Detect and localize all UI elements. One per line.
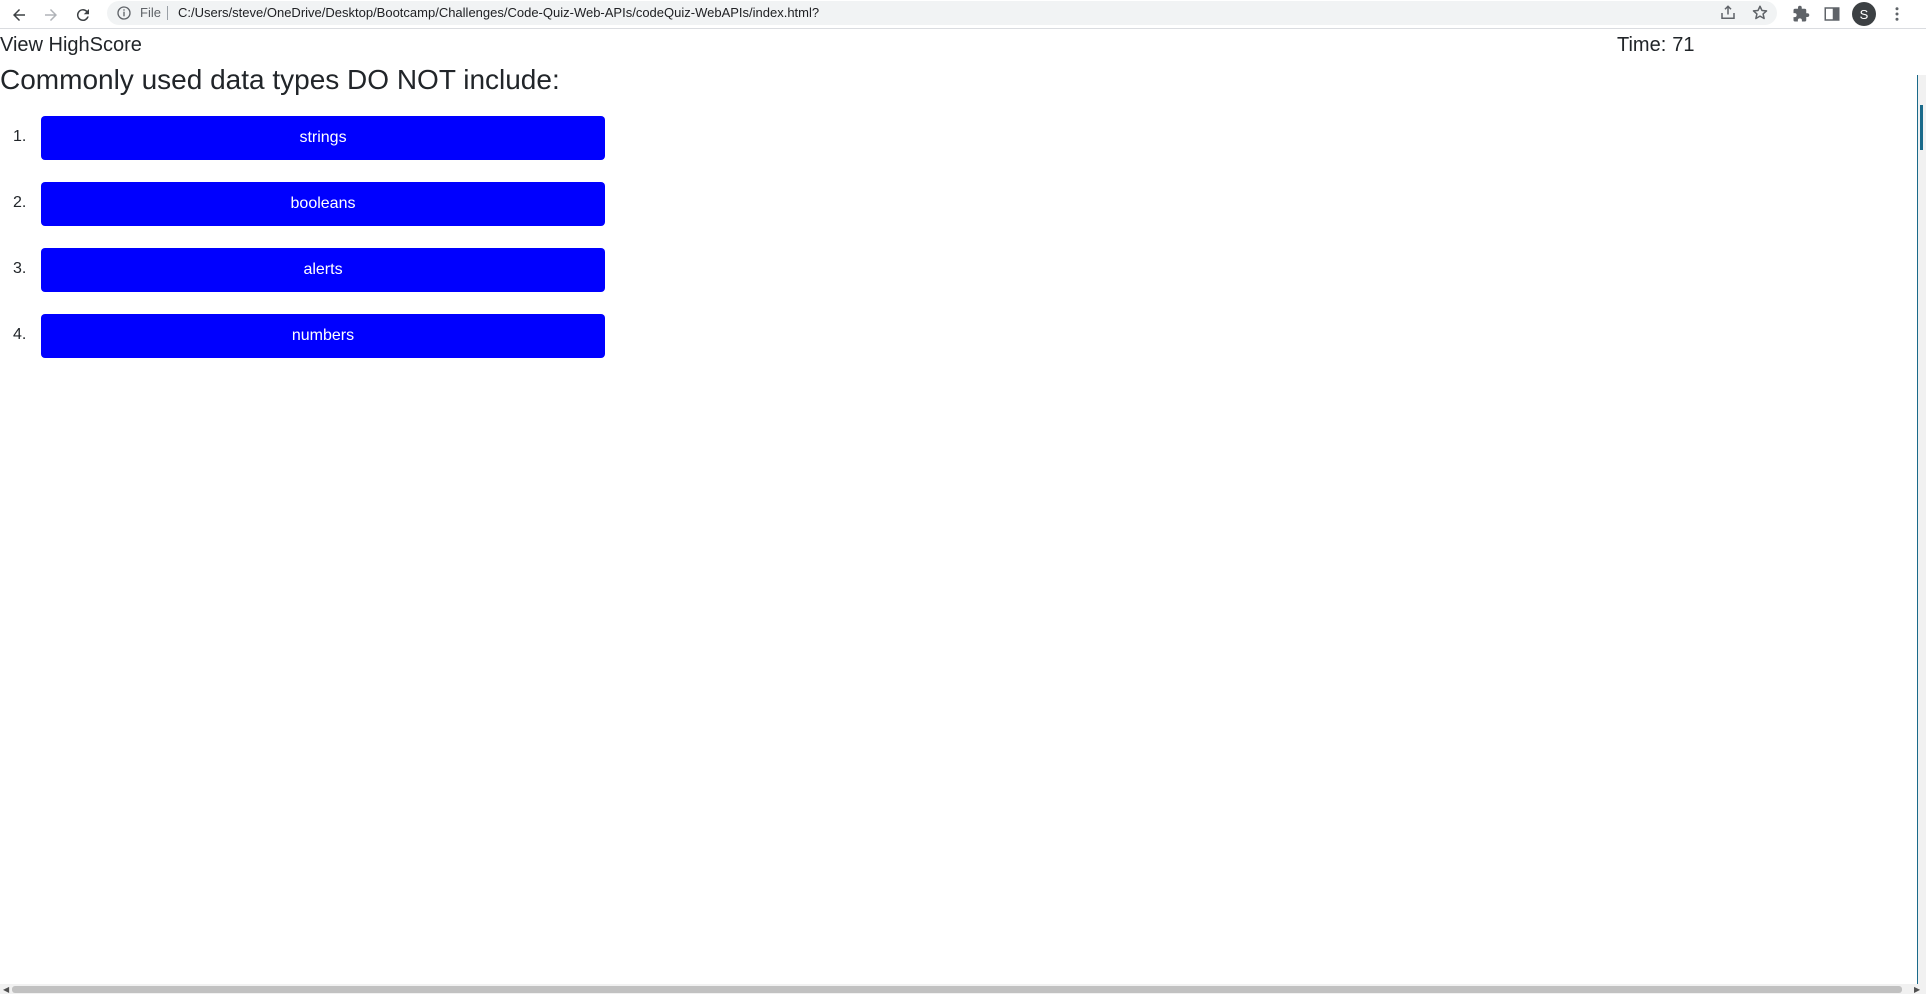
scroll-left-arrow-icon[interactable]: ◀ (3, 985, 9, 994)
profile-avatar[interactable]: S (1852, 2, 1876, 26)
choice-button-strings[interactable]: strings (41, 116, 605, 160)
choice-button-alerts[interactable]: alerts (41, 248, 605, 292)
choice-item: 2. booleans (0, 182, 620, 226)
choice-item: 3. alerts (0, 248, 620, 292)
question-title: Commonly used data types DO NOT include: (0, 64, 560, 95)
omnibox-separator (167, 6, 168, 20)
back-arrow-icon[interactable] (6, 2, 32, 28)
vertical-scrollbar[interactable] (1917, 75, 1926, 984)
reload-icon[interactable] (70, 2, 96, 28)
choice-button-booleans[interactable]: booleans (41, 182, 605, 226)
share-icon[interactable] (1719, 4, 1737, 22)
choice-number: 2. (13, 194, 27, 211)
vertical-scrollbar-thumb[interactable] (1920, 105, 1923, 150)
forward-arrow-icon[interactable] (38, 2, 64, 28)
quiz-page: View HighScore Time: 71 Commonly used dat… (0, 30, 1926, 984)
timer-value: 71 (1672, 34, 1695, 56)
horizontal-scrollbar-thumb[interactable] (12, 986, 1902, 993)
choice-item: 1. strings (0, 116, 620, 160)
timer-label: Time: (1617, 34, 1667, 56)
extensions-puzzle-icon[interactable] (1790, 3, 1812, 25)
kebab-menu-icon[interactable] (1886, 3, 1908, 25)
browser-toolbar: File C:/Users/steve/OneDrive/Desktop/Boo… (0, 0, 1926, 29)
choice-number: 1. (13, 128, 27, 145)
choice-number: 4. (13, 326, 27, 343)
choice-button-numbers[interactable]: numbers (41, 314, 605, 358)
url-text[interactable]: C:/Users/steve/OneDrive/Desktop/Bootcamp… (178, 5, 819, 20)
site-info-icon[interactable] (116, 5, 132, 21)
timer: Time: 71 (1617, 34, 1695, 57)
page-header: View HighScore Time: 71 (0, 32, 1700, 60)
url-scheme-label: File (140, 5, 161, 20)
choice-number: 3. (13, 260, 27, 277)
address-bar[interactable]: File C:/Users/steve/OneDrive/Desktop/Boo… (107, 1, 1777, 25)
answer-choices: 1. strings 2. booleans 3. alerts 4. numb… (0, 116, 620, 380)
horizontal-scrollbar[interactable]: ◀ ▶ (0, 984, 1926, 994)
scroll-right-arrow-icon[interactable]: ▶ (1914, 985, 1920, 994)
view-highscore-link[interactable]: View HighScore (0, 34, 142, 57)
side-panel-icon[interactable] (1821, 3, 1843, 25)
choice-item: 4. numbers (0, 314, 620, 358)
bookmark-star-icon[interactable] (1751, 4, 1769, 22)
